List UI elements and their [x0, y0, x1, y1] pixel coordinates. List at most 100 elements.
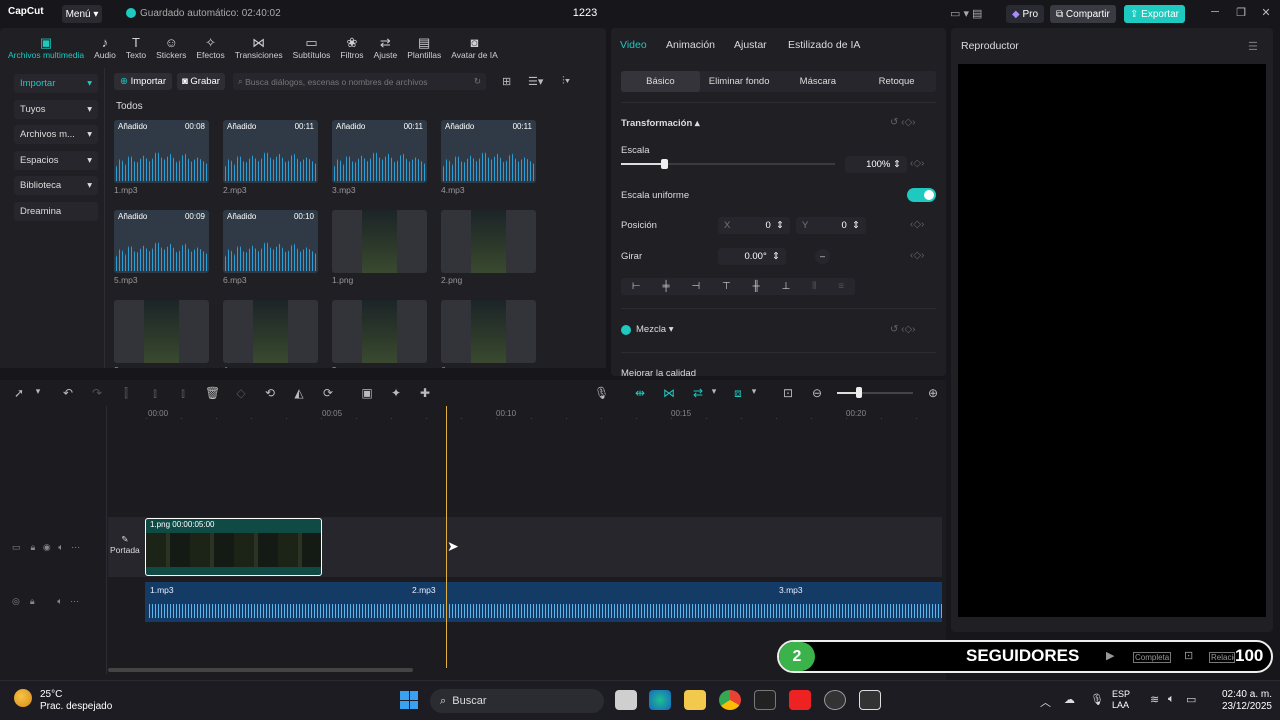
tab-video[interactable]: Video — [620, 39, 647, 51]
shield-icon[interactable]: ◇ — [234, 386, 248, 400]
magnet-icon[interactable]: ⋈ — [662, 386, 676, 400]
share-button[interactable]: ⧉ Compartir — [1050, 5, 1116, 23]
tab-media[interactable]: ▣ Archivos multimedia — [8, 35, 84, 60]
tab-effects[interactable]: ✧ Efectos — [196, 35, 224, 60]
export-button[interactable]: ⇪ Exportar — [1124, 5, 1185, 23]
image-thumbnail[interactable] — [114, 300, 209, 363]
keyframe-icon[interactable]: ‹◇› — [910, 158, 924, 169]
cover-button[interactable]: ✎ Portada — [110, 534, 140, 555]
youtube-icon[interactable] — [789, 690, 811, 710]
uniform-scale-toggle[interactable] — [907, 188, 936, 202]
tab-stickers[interactable]: ☺ Stickers — [156, 35, 186, 60]
align-bottom-icon[interactable]: ⊥ — [782, 281, 791, 292]
media-item[interactable]: 4.png — [223, 300, 318, 375]
undo-icon[interactable]: ↶ — [61, 386, 75, 400]
stepper-icon[interactable]: ⇕ — [772, 251, 780, 262]
keyframe-icon[interactable]: ‹◇› — [910, 219, 924, 230]
media-item[interactable]: Añadido 00:11 2.mp3 — [223, 120, 318, 195]
image-thumbnail[interactable] — [332, 210, 427, 273]
media-item[interactable]: Añadido 00:08 1.mp3 — [114, 120, 209, 195]
tab-text[interactable]: T Texto — [126, 35, 146, 60]
crop-icon[interactable]: ⟲ — [263, 386, 277, 400]
tab-subtitles[interactable]: ▭ Subtítulos — [293, 35, 331, 60]
zoom-out-icon[interactable]: ⊖ — [810, 386, 824, 400]
blend-section[interactable]: Mezcla ▾ — [621, 324, 674, 335]
taskbar-search[interactable]: ⌕ Buscar — [430, 689, 604, 713]
audio-thumbnail[interactable]: Añadido 00:10 — [223, 210, 318, 273]
distribute-v-icon[interactable]: ≡ — [838, 281, 844, 292]
side-item-spaces[interactable]: Espacios ▾ — [14, 150, 98, 170]
align-center-h-icon[interactable]: ╪ — [663, 281, 670, 292]
filter-icon[interactable]: ⫶▾ — [562, 75, 570, 88]
lock-icon[interactable]: 🔒︎ — [31, 542, 36, 552]
image-thumbnail[interactable] — [441, 210, 536, 273]
split-left-icon[interactable]: ⫾ — [148, 386, 162, 401]
weather-widget[interactable]: 25°C Prac. despejado — [40, 689, 112, 713]
audio-thumbnail[interactable]: Añadido 00:11 — [441, 120, 536, 183]
project-title[interactable]: 1223 — [560, 7, 610, 19]
player-screen[interactable] — [958, 64, 1266, 617]
snap-icon[interactable]: ⇄ — [691, 386, 705, 400]
file-explorer-icon[interactable] — [684, 690, 706, 710]
audio-clip[interactable] — [145, 582, 942, 622]
restore-icon[interactable]: ❐ — [1233, 6, 1249, 19]
enhance-section[interactable]: Mejorar la calidad — [621, 368, 696, 376]
volume-icon[interactable]: 🔈︎ — [57, 596, 62, 606]
lock-icon[interactable]: 🔒︎ — [30, 596, 35, 606]
image-thumbnail[interactable] — [332, 300, 427, 363]
tab-filters[interactable]: ❀ Filtros — [340, 35, 363, 60]
language-indicator[interactable]: ESP LAA — [1112, 689, 1130, 711]
edge-icon[interactable] — [649, 690, 671, 710]
more-icon[interactable]: ⋯ — [71, 542, 80, 552]
playhead[interactable] — [446, 406, 447, 668]
reset-icon[interactable]: ↺ ‹◇› — [890, 117, 916, 128]
microphone-tray-icon[interactable]: 🎙 — [1090, 693, 1104, 706]
zoom-slider-handle[interactable] — [856, 387, 862, 398]
scale-slider-handle[interactable] — [661, 159, 668, 169]
clock[interactable]: 02:40 a. m. 23/12/2025 — [1206, 689, 1272, 713]
eye-icon[interactable]: ◉ — [43, 542, 51, 552]
media-item[interactable]: Añadido 00:11 3.mp3 — [332, 120, 427, 195]
side-item-import[interactable]: Importar ▾ — [14, 74, 98, 93]
side-item-dreamina[interactable]: Dreamina — [14, 201, 98, 221]
position-y-field[interactable]: Y 0 ⇕ — [796, 217, 866, 234]
media-item[interactable]: 2.png — [441, 210, 536, 285]
close-icon[interactable]: ✕ — [1258, 6, 1274, 19]
tab-transitions[interactable]: ⋈ Transiciones — [235, 35, 283, 60]
align-center-v-icon[interactable]: ╫ — [753, 281, 760, 292]
blend-checkbox[interactable] — [621, 324, 631, 335]
ai-person-icon[interactable]: ✚ — [418, 386, 432, 400]
media-item[interactable]: 3.png — [114, 300, 209, 375]
chrome-icon[interactable] — [719, 690, 741, 710]
stepper-icon[interactable]: ⇕ — [852, 220, 860, 231]
image-thumbnail[interactable] — [441, 300, 536, 363]
pro-button[interactable]: ◆ Pro — [1006, 5, 1045, 23]
distribute-h-icon[interactable]: ⫴ — [812, 281, 816, 292]
windows-start-icon[interactable] — [400, 691, 418, 709]
layout-icon[interactable]: ▭ ▾ ▤ — [950, 7, 982, 20]
sort-icon[interactable]: ☰▾ — [528, 75, 543, 88]
zoom-slider[interactable] — [837, 392, 913, 394]
battery-icon[interactable]: ▭ — [1186, 693, 1196, 706]
menu-icon[interactable]: ☰ — [1248, 40, 1258, 53]
cloud-icon[interactable]: ☁ — [1064, 693, 1075, 706]
import-button[interactable]: ⊕ Importar — [114, 73, 172, 90]
media-item[interactable]: Añadido 00:10 6.mp3 — [223, 210, 318, 285]
stepper-icon[interactable]: ⇕ — [893, 159, 901, 170]
split-icon[interactable]: ⫿ — [119, 386, 133, 401]
side-item-library[interactable]: Biblioteca ▾ — [14, 176, 98, 195]
task-view-icon[interactable] — [615, 690, 637, 710]
chevron-down-icon[interactable]: ▾ — [747, 386, 761, 397]
side-item-yours[interactable]: Tuyos ▾ — [14, 99, 98, 119]
image-thumbnail[interactable] — [223, 300, 318, 363]
reset-icon[interactable]: ↺ ‹◇› — [890, 324, 916, 335]
subtab-retouch[interactable]: Retoque — [857, 71, 936, 92]
chevron-down-icon[interactable]: ▾ — [707, 386, 721, 397]
select-tool-icon[interactable]: ➚ — [12, 386, 26, 400]
mirror-icon[interactable]: ◭ — [292, 386, 306, 400]
align-left-icon[interactable]: ⊢ — [632, 281, 641, 292]
tab-adjust[interactable]: ⇄ Ajuste — [374, 35, 398, 60]
volume-icon[interactable]: 🔈︎ — [58, 542, 63, 552]
app-icon[interactable] — [824, 690, 846, 710]
keyframe-icon[interactable]: ‹◇› — [910, 250, 924, 261]
